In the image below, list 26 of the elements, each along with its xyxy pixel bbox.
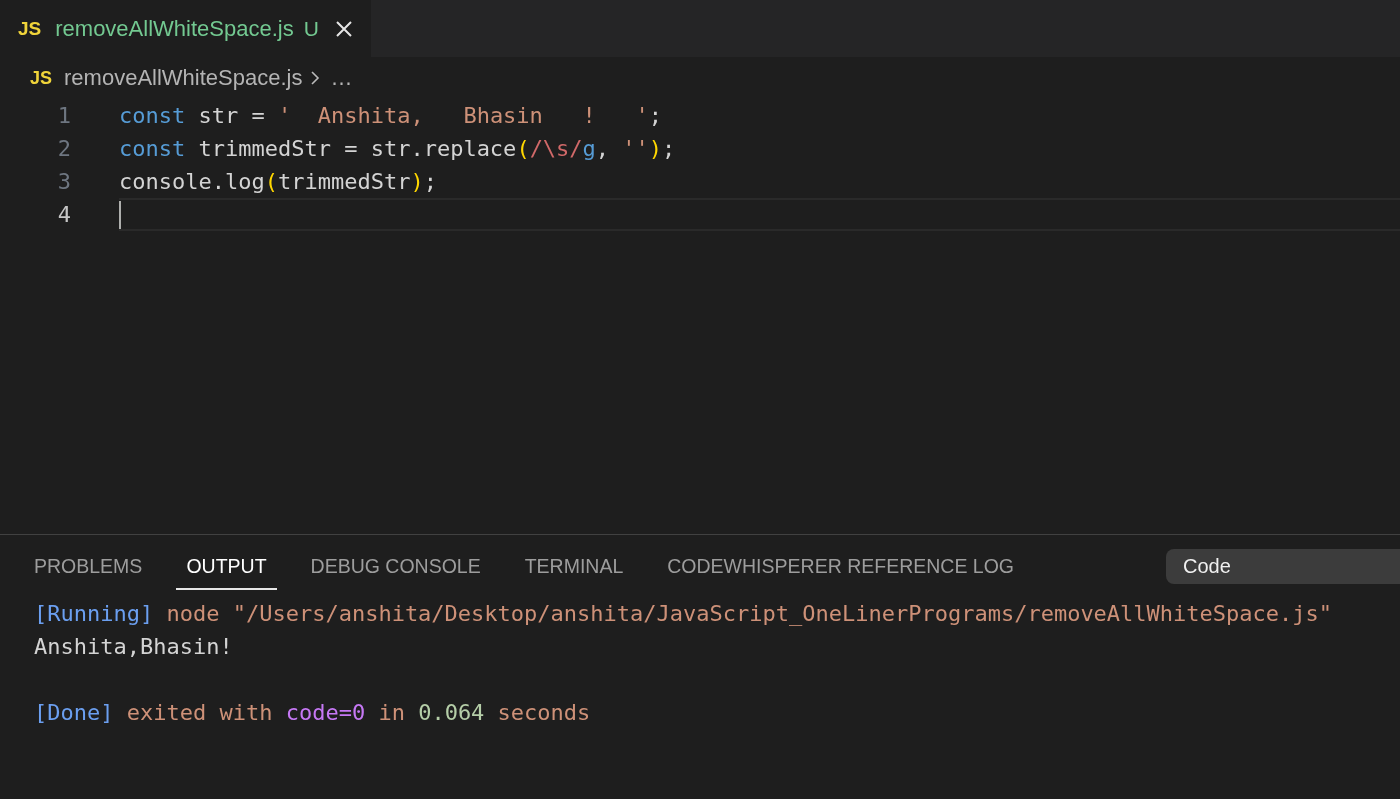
breadcrumb-item[interactable]: … xyxy=(330,65,353,91)
panel-tab[interactable]: TERMINAL xyxy=(514,542,634,590)
panel-tab[interactable]: CODEWHISPERER REFERENCE LOG xyxy=(657,542,1024,590)
text-cursor xyxy=(119,200,121,229)
code-line: const trimmedStr = str.replace(/\s/g, ''); xyxy=(119,136,676,161)
panel-tab[interactable]: OUTPUT xyxy=(176,542,277,590)
chevron-right-icon xyxy=(310,70,321,86)
git-status-letter: U xyxy=(303,16,319,41)
close-icon[interactable] xyxy=(334,19,353,38)
breadcrumb-item[interactable]: removeAllWhiteSpace.js xyxy=(64,65,303,91)
code-line: const str = ' Anshita, Bhasin ! '; xyxy=(119,103,663,128)
output-channel-dropdown[interactable]: Code xyxy=(1166,548,1400,584)
line-number: 1 xyxy=(56,103,71,128)
panel-tab[interactable]: DEBUG CONSOLE xyxy=(300,542,491,590)
output-line: Anshita,Bhasin! xyxy=(34,634,233,659)
js-file-icon: JS xyxy=(30,67,53,89)
output-line: [Done] exited with code=0 in 0.064 seconds xyxy=(34,700,591,725)
line-number: 4 xyxy=(56,202,71,227)
panel-tab[interactable]: PROBLEMS xyxy=(24,542,153,590)
line-number: 3 xyxy=(56,169,71,194)
js-file-icon: JS xyxy=(18,17,42,40)
editor-tab[interactable]: JS removeAllWhiteSpace.js U xyxy=(0,0,371,57)
tab-label: removeAllWhiteSpace.js xyxy=(55,15,294,42)
code-line: console.log(trimmedStr); xyxy=(119,169,437,194)
line-number: 2 xyxy=(56,136,71,161)
output-line: [Running] node "/Users/anshita/Desktop/anshita/JavaScript_OneLinerPrograms/removeAllWhiteSpace.js" xyxy=(34,601,1333,626)
